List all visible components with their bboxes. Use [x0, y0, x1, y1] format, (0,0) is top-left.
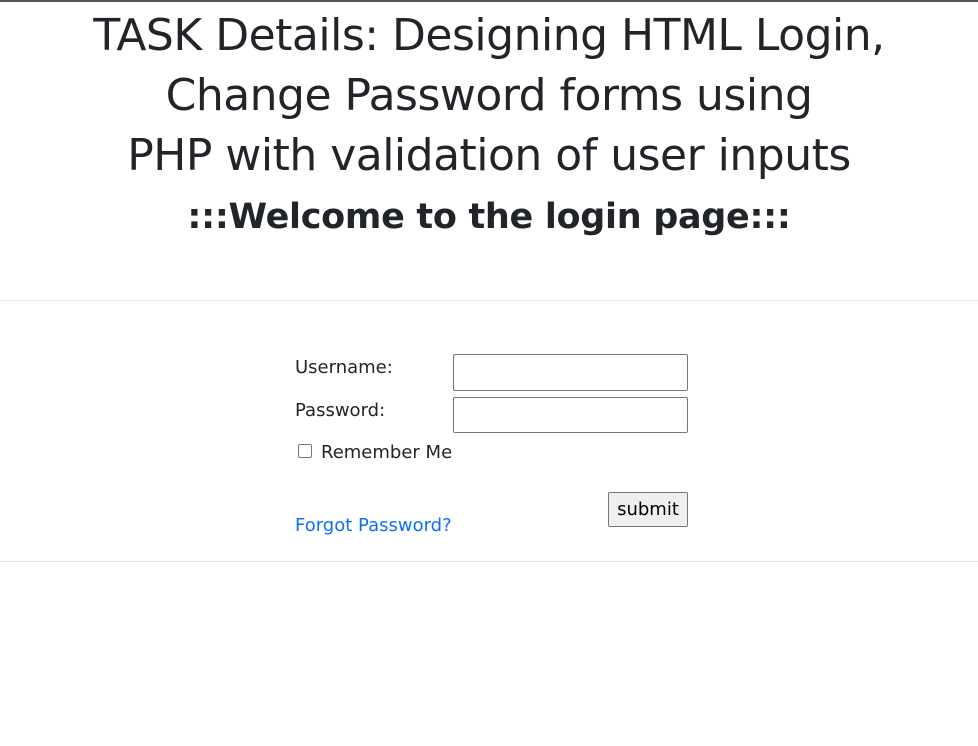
page-title: TASK Details: Designing HTML Login, Chan…	[0, 6, 978, 186]
page-title-line-1: TASK Details: Designing HTML Login,	[93, 10, 885, 61]
password-input[interactable]	[453, 397, 688, 433]
divider-top	[0, 300, 978, 301]
page-title-line-2: Change Password forms using	[165, 70, 813, 121]
window-top-border	[0, 0, 978, 2]
forgot-password-link[interactable]: Forgot Password?	[295, 514, 452, 538]
username-label: Username:	[295, 357, 393, 378]
page-title-line-3: PHP with validation of user inputs	[127, 130, 851, 181]
submit-button[interactable]: submit	[608, 492, 688, 527]
divider-bottom	[0, 561, 978, 562]
welcome-heading: :::Welcome to the login page:::	[187, 197, 791, 237]
password-label: Password:	[295, 400, 386, 421]
remember-me-checkbox[interactable]	[298, 444, 312, 458]
username-input[interactable]	[453, 354, 688, 391]
remember-me-label: Remember Me	[321, 442, 453, 463]
